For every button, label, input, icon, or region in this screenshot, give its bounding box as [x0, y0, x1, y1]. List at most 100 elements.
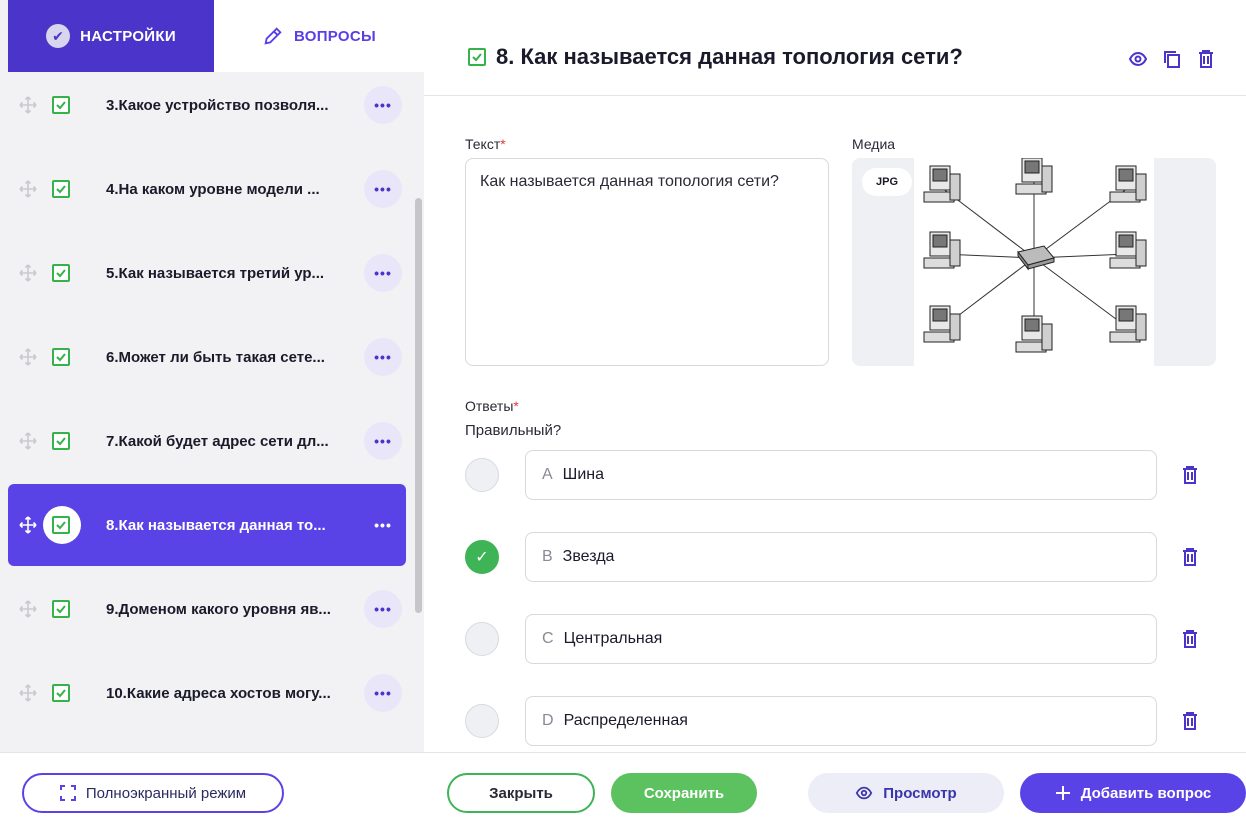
- save-button[interactable]: Сохранить: [611, 773, 757, 813]
- answer-input[interactable]: B Звезда: [525, 532, 1157, 582]
- eye-icon: [855, 784, 873, 802]
- text-label: Текст: [465, 136, 501, 152]
- close-label: Закрыть: [489, 784, 553, 802]
- add-question-button[interactable]: Добавить вопрос: [1020, 773, 1246, 813]
- more-options-button[interactable]: •••: [364, 590, 402, 628]
- drag-handle-icon[interactable]: [18, 95, 38, 115]
- question-checkbox[interactable]: [52, 348, 70, 366]
- media-format-badge: JPG: [862, 168, 912, 196]
- tab-questions-label: ВОПРОСЫ: [294, 27, 376, 45]
- answer-text: Центральная: [563, 630, 663, 647]
- sidebar-question-item[interactable]: 9.Доменом какого уровня яв... •••: [8, 568, 406, 650]
- correct-answer-radio[interactable]: [465, 458, 499, 492]
- question-item-title: 10.Какие адреса хостов могу...: [106, 684, 331, 702]
- preview-button[interactable]: Просмотр: [808, 773, 1004, 813]
- sidebar-question-item[interactable]: 10.Какие адреса хостов могу... •••: [8, 652, 406, 734]
- sidebar-question-item[interactable]: 4.На каком уровне модели ... •••: [8, 148, 406, 230]
- correct-answer-radio[interactable]: [465, 622, 499, 656]
- media-label: Медиа: [852, 136, 896, 152]
- answer-letter: A: [542, 466, 553, 483]
- tab-settings[interactable]: ✔ НАСТРОЙКИ: [8, 0, 214, 72]
- answer-input[interactable]: C Центральная: [525, 614, 1157, 664]
- correct-label: Правильный?: [465, 422, 562, 439]
- more-options-button[interactable]: •••: [364, 506, 402, 544]
- answer-letter: C: [542, 630, 554, 647]
- more-options-button[interactable]: •••: [364, 674, 402, 712]
- sidebar-question-item[interactable]: 8.Как называется данная то... •••: [8, 484, 406, 566]
- eye-icon[interactable]: [1128, 49, 1148, 69]
- question-item-title: 5.Как называется третий ур...: [106, 264, 325, 282]
- question-checkbox[interactable]: [52, 516, 70, 534]
- preview-label: Просмотр: [883, 784, 957, 802]
- correct-answer-radio[interactable]: ✓: [465, 540, 499, 574]
- question-item-title: 6.Может ли быть такая сете...: [106, 348, 325, 366]
- required-mark: *: [513, 398, 519, 414]
- question-item-title: 4.На каком уровне модели ...: [106, 180, 320, 198]
- answer-text: Шина: [562, 466, 605, 483]
- more-options-button[interactable]: •••: [364, 338, 402, 376]
- correct-answer-radio[interactable]: [465, 704, 499, 738]
- save-label: Сохранить: [643, 784, 725, 802]
- question-checkbox[interactable]: [52, 432, 70, 450]
- more-options-button[interactable]: •••: [364, 422, 402, 460]
- more-options-button[interactable]: •••: [364, 86, 402, 124]
- question-title: 8. Как называется данная топология сети?: [496, 44, 963, 69]
- answer-text: Звезда: [562, 548, 615, 565]
- drag-handle-icon[interactable]: [18, 599, 38, 619]
- pencil-icon: [262, 25, 284, 47]
- required-mark: *: [500, 136, 506, 152]
- plus-icon: [1055, 785, 1071, 801]
- answer-row: D Распределенная: [424, 696, 1246, 746]
- fullscreen-button[interactable]: Полноэкранный режим: [22, 773, 284, 813]
- sidebar-question-item[interactable]: 5.Как называется третий ур... •••: [8, 232, 406, 314]
- answers-label-text: Ответы: [465, 398, 514, 414]
- question-item-title: 8.Как называется данная то...: [106, 516, 326, 534]
- fullscreen-label: Полноэкранный режим: [85, 784, 247, 802]
- tab-settings-label: НАСТРОЙКИ: [80, 27, 176, 45]
- question-item-title: 9.Доменом какого уровня яв...: [106, 600, 331, 618]
- media-container[interactable]: JPG: [852, 158, 1216, 366]
- footer-bar: Полноэкранный режим Закрыть Сохранить Пр…: [0, 752, 1246, 820]
- more-options-button[interactable]: •••: [364, 170, 402, 208]
- sidebar-scrollbar[interactable]: [415, 198, 422, 613]
- answer-input[interactable]: D Распределенная: [525, 696, 1157, 746]
- drag-handle-icon[interactable]: [18, 179, 38, 199]
- tab-questions[interactable]: ВОПРОСЫ: [214, 0, 424, 72]
- add-question-label: Добавить вопрос: [1080, 784, 1212, 802]
- drag-handle-icon[interactable]: [18, 431, 38, 451]
- more-options-button[interactable]: •••: [364, 254, 402, 292]
- network-topology-image: [914, 158, 1154, 366]
- question-checkbox[interactable]: [52, 684, 70, 702]
- copy-icon[interactable]: [1162, 49, 1182, 69]
- sidebar-question-item[interactable]: 3.Какое устройство позволя... •••: [8, 64, 406, 146]
- trash-icon[interactable]: [1180, 547, 1200, 567]
- trash-icon[interactable]: [1196, 49, 1216, 69]
- answer-input[interactable]: A Шина: [525, 450, 1157, 500]
- answer-row: C Центральная: [424, 614, 1246, 664]
- trash-icon[interactable]: [1180, 629, 1200, 649]
- answer-row: ✓ B Звезда: [424, 532, 1246, 582]
- question-checkbox[interactable]: [52, 600, 70, 618]
- fullscreen-icon: [59, 785, 76, 801]
- question-text-input[interactable]: Как называется данная топология сети?: [465, 158, 829, 366]
- sidebar-question-item[interactable]: 7.Какой будет адрес сети дл... •••: [8, 400, 406, 482]
- drag-handle-icon[interactable]: [18, 263, 38, 283]
- question-checkbox[interactable]: [52, 264, 70, 282]
- drag-handle-icon[interactable]: [18, 347, 38, 367]
- sidebar-question-item[interactable]: 6.Может ли быть такая сете... •••: [8, 316, 406, 398]
- text-field-label: Текст*: [465, 136, 506, 152]
- answer-letter: B: [542, 548, 553, 565]
- question-item-title: 3.Какое устройство позволя...: [106, 96, 329, 114]
- editor-header: 8. Как называется данная топология сети?: [424, 0, 1246, 96]
- question-checkbox[interactable]: [52, 96, 70, 114]
- questions-sidebar: ✔ НАСТРОЙКИ ВОПРОСЫ 3.Какое устройство п…: [0, 0, 424, 752]
- trash-icon[interactable]: [1180, 711, 1200, 731]
- close-button[interactable]: Закрыть: [447, 773, 595, 813]
- drag-handle-icon[interactable]: [18, 515, 38, 535]
- trash-icon[interactable]: [1180, 465, 1200, 485]
- question-checkbox[interactable]: [52, 180, 70, 198]
- drag-handle-icon[interactable]: [18, 683, 38, 703]
- check-circle-icon: ✔: [46, 24, 71, 48]
- question-checkbox[interactable]: [468, 48, 486, 66]
- answer-letter: D: [542, 712, 554, 729]
